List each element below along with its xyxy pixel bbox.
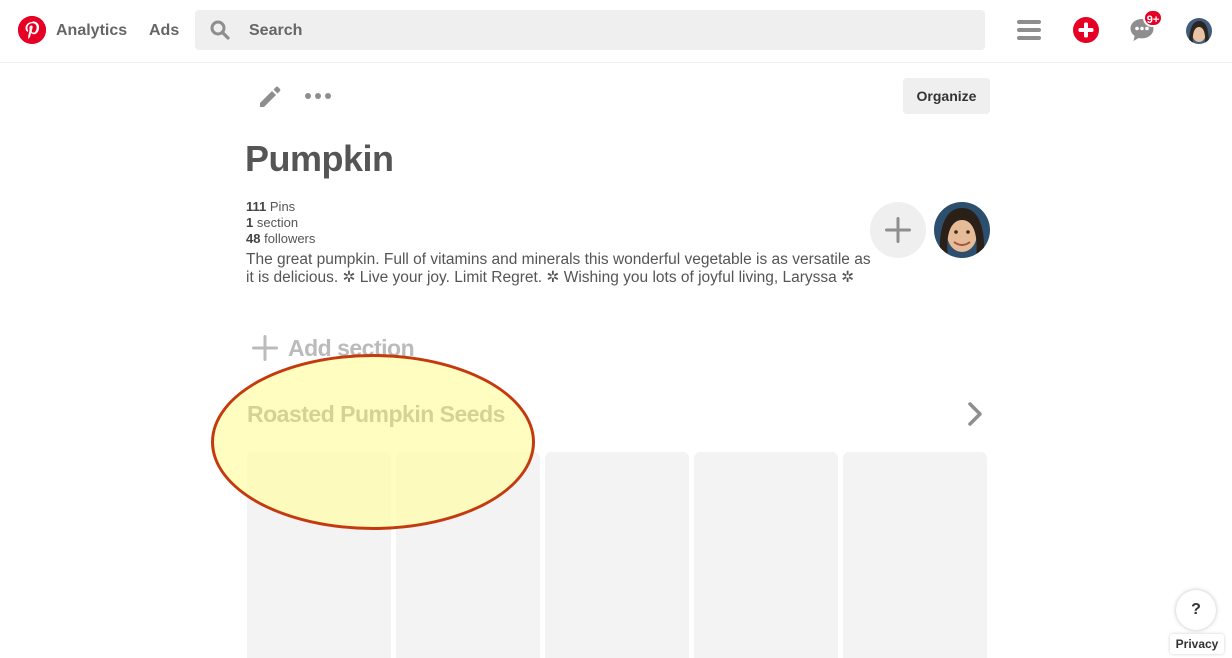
followers-count-value: 48 xyxy=(246,231,261,246)
help-button[interactable]: ? xyxy=(1176,590,1216,630)
chevron-right-icon[interactable] xyxy=(962,400,990,428)
ads-link[interactable]: Ads xyxy=(149,22,179,40)
pin-tile[interactable] xyxy=(545,452,689,658)
board-description: The great pumpkin. Full of vitamins and … xyxy=(246,251,871,286)
add-section-button[interactable]: Add section xyxy=(252,330,415,366)
add-collaborator-button[interactable] xyxy=(870,202,926,258)
pinterest-logo-icon[interactable] xyxy=(18,16,46,44)
pins-count-label: Pins xyxy=(269,199,296,214)
add-section-label: Add section xyxy=(288,334,415,361)
pins-count[interactable]: 111 Pins xyxy=(246,199,295,214)
menu-icon[interactable] xyxy=(1015,16,1043,44)
sections-count-label: section xyxy=(256,215,299,230)
top-nav: Analytics Ads 9+ xyxy=(0,0,1232,63)
sections-count: 1 section xyxy=(246,215,298,230)
page-title: Pumpkin xyxy=(245,138,394,179)
plus-icon[interactable] xyxy=(1072,16,1100,44)
search-bar[interactable] xyxy=(195,10,985,52)
plus-icon xyxy=(252,335,278,361)
privacy-link[interactable]: Privacy xyxy=(1170,634,1224,654)
pin-tile[interactable] xyxy=(396,452,540,658)
pin-tile[interactable] xyxy=(843,452,987,658)
more-icon[interactable] xyxy=(304,84,332,108)
pin-tile[interactable] xyxy=(694,452,838,658)
notification-badge: 9+ xyxy=(1143,9,1163,27)
followers-count[interactable]: 48 followers xyxy=(246,231,315,246)
search-icon xyxy=(210,20,230,40)
section-title[interactable]: Roasted Pumpkin Seeds xyxy=(247,401,505,428)
section-preview[interactable] xyxy=(247,452,988,658)
avatar[interactable] xyxy=(1186,18,1212,44)
pins-count-value: 111 xyxy=(246,199,267,214)
sections-count-value: 1 xyxy=(246,215,254,230)
plus-icon xyxy=(885,217,911,243)
organize-button[interactable]: Organize xyxy=(903,78,990,114)
owner-avatar[interactable] xyxy=(934,202,990,258)
followers-count-label: followers xyxy=(264,231,316,246)
pencil-icon[interactable] xyxy=(256,82,284,110)
pin-tile[interactable] xyxy=(247,452,391,658)
search-input[interactable] xyxy=(247,10,951,52)
analytics-link[interactable]: Analytics xyxy=(56,22,127,40)
